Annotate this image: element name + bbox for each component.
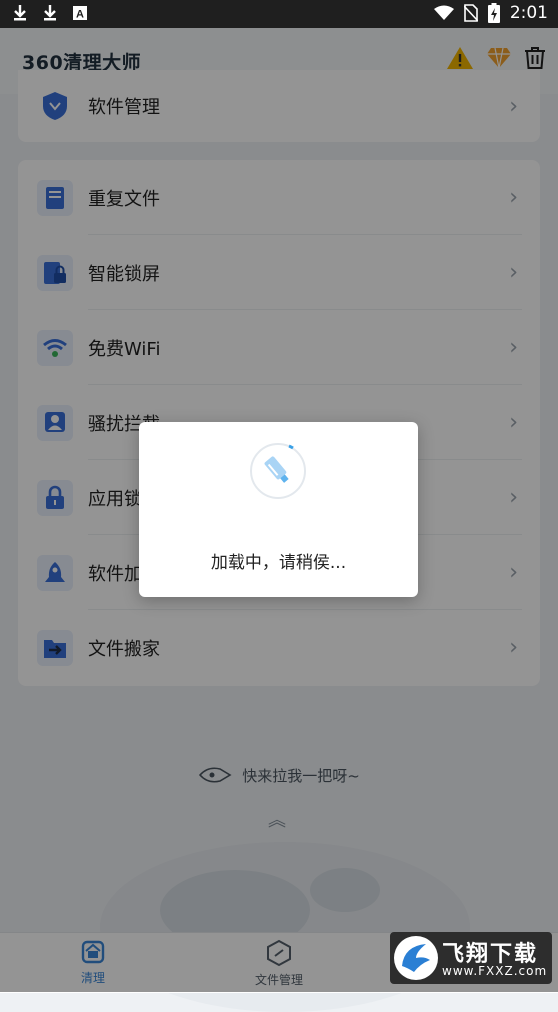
wifi-icon xyxy=(433,5,454,20)
loading-spinner-icon xyxy=(250,443,306,499)
status-time: 2:01 xyxy=(509,3,548,23)
watermark: 飞翔下载 www.FXXZ.com xyxy=(390,932,552,984)
loading-message: 加载中，请稍侯... xyxy=(210,553,347,573)
a-notification-icon: A xyxy=(73,6,87,21)
loading-dialog: 加载中，请稍侯... xyxy=(139,422,418,597)
download-icon xyxy=(44,5,56,21)
watermark-url: www.FXXZ.com xyxy=(442,964,548,978)
no-sim-icon xyxy=(463,4,478,22)
download-icon xyxy=(14,5,26,21)
watermark-logo-icon xyxy=(394,936,438,980)
status-bar: A 2:01 xyxy=(0,0,558,28)
battery-charging-icon xyxy=(487,3,500,23)
svg-text:A: A xyxy=(76,9,84,21)
